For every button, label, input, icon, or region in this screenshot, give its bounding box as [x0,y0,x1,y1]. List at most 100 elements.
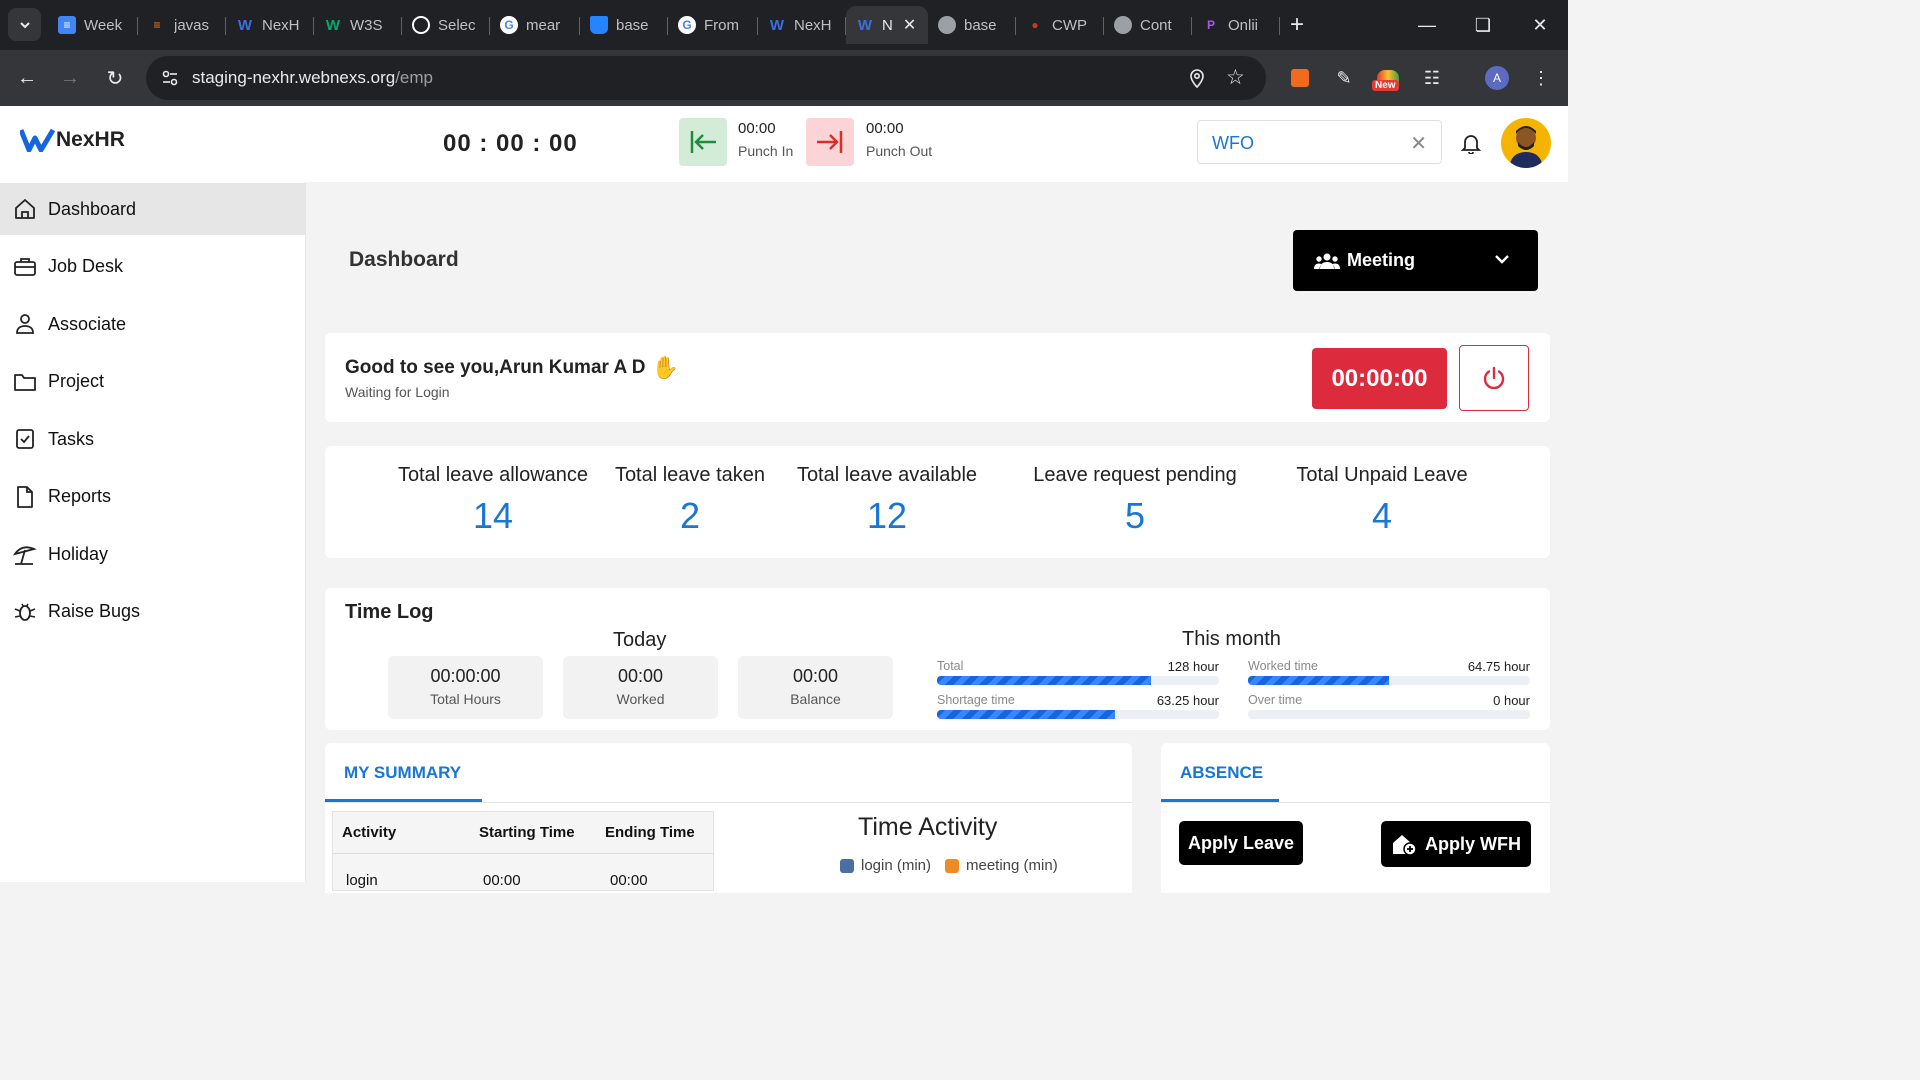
openai-icon [412,16,430,34]
new-tab-button[interactable]: + [1280,6,1314,44]
reload-icon[interactable]: ↻ [98,61,132,95]
legend-item[interactable]: login (min) [840,857,931,874]
header-timer: 00 : 00 : 00 [443,130,578,157]
browser-tab[interactable]: W NexH [758,6,846,44]
work-mode-value: WFO [1212,133,1254,153]
browser-tab[interactable]: ● CWP [1016,6,1104,44]
document-icon [17,485,33,508]
apply-wfh-button[interactable]: Apply WFH [1381,821,1531,867]
browser-toolbar: ← → ↻ staging-nexhr.webnexs.org/emp ☆ ✎ … [0,50,1568,106]
browser-tab[interactable]: base [928,6,1016,44]
month-progress-bar [1248,676,1530,685]
greeting-text: Good to see you,Arun Kumar A D ✋ [345,355,679,380]
progress-fill [937,710,1115,719]
work-mode-select[interactable]: WFO ✕ [1197,120,1442,164]
bell-icon[interactable] [1460,132,1482,154]
sidebar-item-raise-bugs[interactable]: Raise Bugs [0,586,306,638]
sidebar-item-job-desk[interactable]: Job Desk [0,241,306,293]
tab-title: W3S [350,16,383,34]
sidebar-item-associate[interactable]: Associate [0,298,306,350]
today-label: Total Hours [430,691,501,707]
browser-tab[interactable]: ≡ Week [48,6,138,44]
legend-swatch [840,858,854,873]
w3schools-icon: W [325,16,341,34]
leave-stat: Total Unpaid Leave 4 [1257,464,1507,537]
url-text: staging-nexhr.webnexs.org/emp [192,68,433,87]
stat-value: 5 [1124,495,1146,536]
minimize-button[interactable]: — [1399,0,1455,50]
tab-title: Onlii [1228,16,1259,34]
greeting-card: Good to see you,Arun Kumar A D ✋ Waiting… [325,333,1550,422]
month-metric-value: 64.75 hour [1467,659,1530,674]
meeting-dropdown[interactable]: Meeting [1293,230,1538,291]
legend-item[interactable]: meeting (min) [945,857,1058,874]
online-icon: P [1206,18,1215,32]
site-settings-icon[interactable] [160,68,180,88]
extension-new-icon[interactable]: New [1372,64,1402,92]
sidebar-item-label: Job Desk [48,256,124,276]
sidebar-item-reports[interactable]: Reports [0,471,306,523]
eyedropper-icon[interactable]: ✎ [1330,64,1358,92]
browser-tab[interactable]: W N ✕ [846,6,928,44]
browser-tab[interactable]: Gmear [490,6,580,44]
sidebar-item-tasks[interactable]: Tasks [0,413,306,465]
today-label: Worked [616,691,665,707]
tab-title: Selec [438,16,476,34]
tab-absence[interactable]: ABSENCE [1180,763,1263,783]
back-icon[interactable]: ← [10,61,44,95]
progress-fill [937,676,1152,685]
close-window-button[interactable]: ✕ [1512,0,1568,50]
sidebar-item-label: Dashboard [48,198,137,219]
google-icon: G [500,16,518,34]
extensions-puzzle-icon[interactable]: ☷ [1418,64,1446,92]
sidebar-item-dashboard[interactable]: Dashboard [0,183,306,235]
table-cell: 00:00 [483,872,521,889]
browser-tab[interactable]: W W3S [314,6,402,44]
browser-menu-icon[interactable]: ⋮ [1527,64,1555,92]
today-heading: Today [613,629,667,651]
table-cell: 00:00 [610,872,648,889]
extension-orange-icon[interactable] [1286,64,1314,92]
forward-icon[interactable]: → [53,61,87,95]
browser-tab[interactable]: ≡ javas [138,6,226,44]
tab-title: Cont [1140,16,1172,34]
close-tab-icon[interactable]: ✕ [903,15,916,35]
docs-icon: ≡ [58,16,76,34]
punch-in-button[interactable] [679,118,727,166]
bookmark-star-icon[interactable]: ☆ [1226,65,1245,90]
address-bar[interactable]: staging-nexhr.webnexs.org/emp ☆ [146,56,1266,100]
punch-out-button[interactable] [806,118,854,166]
clear-icon[interactable]: ✕ [1410,131,1427,156]
sidebar-item-project[interactable]: Project [0,356,306,408]
column-header: Activity [342,824,397,841]
login-power-button[interactable] [1459,345,1529,411]
today-value: 00:00 [792,666,839,686]
chevron-down-icon [19,21,30,28]
app-header: NexHR 00 : 00 : 00 00:00 Punch In 00:00 … [0,106,1568,182]
browser-tab[interactable]: W NexH [226,6,314,44]
bug-icon [14,603,36,621]
browser-tab[interactable]: G From [668,6,758,44]
folder-icon [14,373,36,391]
stat-label: Leave request pending [1033,464,1237,486]
sidebar-item-holiday[interactable]: Holiday [0,528,306,580]
browser-tab[interactable]: Cont [1104,6,1192,44]
browser-tab[interactable]: base [580,6,668,44]
tab-search-button[interactable] [8,8,41,41]
this-month-heading: This month [1182,628,1281,650]
restore-button[interactable]: ❏ [1455,0,1511,50]
today-value: 00:00:00 [430,666,501,686]
location-icon[interactable] [1188,68,1206,88]
browser-tab[interactable]: P Onlii [1192,6,1280,44]
home-add-icon [1393,835,1417,856]
today-value: 00:00 [617,666,664,686]
sidebar: Dashboard Job Desk Associate Project Tasks Re… [0,182,306,882]
tab-title: Week [84,16,123,34]
browser-tab[interactable]: Selec [402,6,490,44]
tab-my-summary[interactable]: MY SUMMARY [344,763,461,783]
user-avatar[interactable] [1501,118,1551,168]
apply-leave-button[interactable]: Apply Leave [1179,821,1303,865]
profile-avatar[interactable]: A [1483,64,1511,92]
brand-logo[interactable]: NexHR [20,128,125,152]
nexhr-logo-icon [20,128,56,152]
